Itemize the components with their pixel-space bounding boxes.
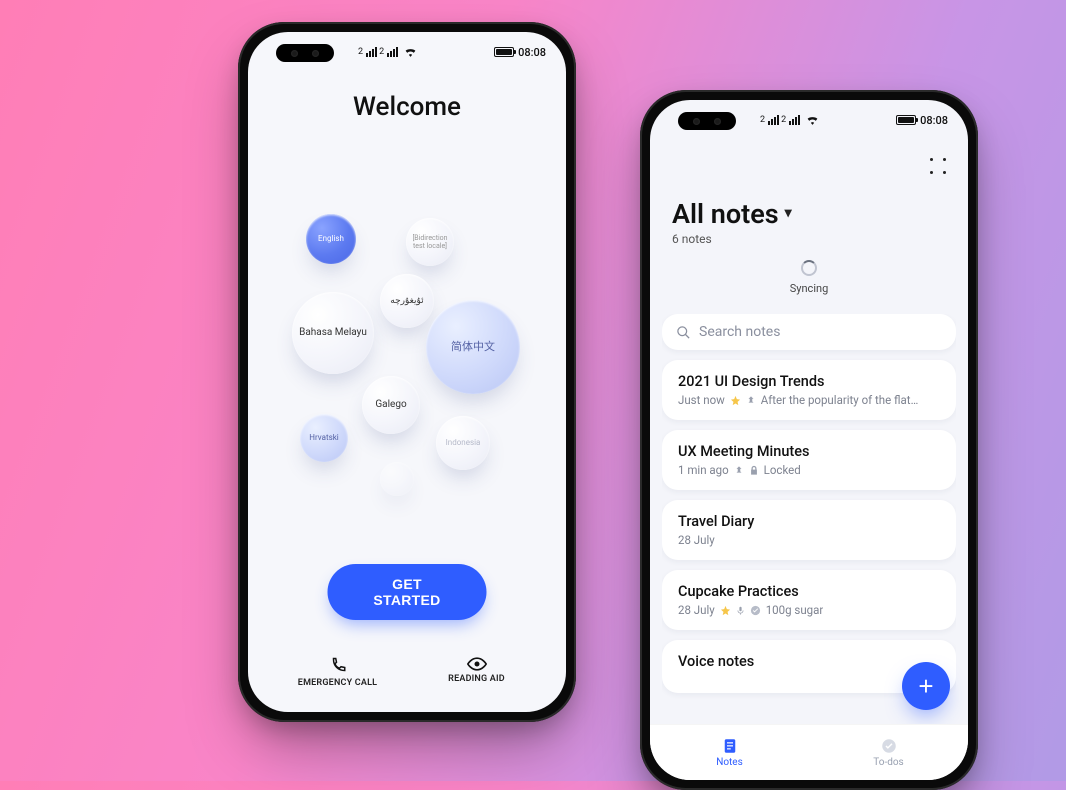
menu-button[interactable] xyxy=(928,156,948,176)
search-input[interactable]: Search notes xyxy=(662,314,956,350)
language-bubble-more[interactable] xyxy=(380,462,414,496)
note-snippet: After the popularity of the flat… xyxy=(761,393,918,407)
get-started-button[interactable]: GET STARTED xyxy=(328,564,487,620)
notes-count: 6 notes xyxy=(672,232,792,246)
language-bubble-indonesia[interactable]: Indonesia xyxy=(436,416,490,470)
phone-icon xyxy=(329,657,347,675)
wifi-icon xyxy=(404,47,417,57)
camera-cutout xyxy=(678,112,736,130)
signal-bars-icon xyxy=(789,115,800,125)
status-bar: 2 2 08:08 xyxy=(760,108,948,132)
bottom-tabbar: Notes To-dos xyxy=(650,724,968,780)
language-bubble-bidirection[interactable]: [Bidirection test locale] xyxy=(406,218,454,266)
notes-list: Search notes 2021 UI Design Trends Just … xyxy=(662,314,956,724)
star-icon xyxy=(730,395,741,406)
reading-aid-label: READING AID xyxy=(448,674,505,684)
sync-status: Syncing xyxy=(650,260,968,295)
mic-icon xyxy=(736,605,745,616)
tab-notes[interactable]: Notes xyxy=(650,725,809,780)
note-time: 1 min ago xyxy=(678,463,729,477)
check-circle-icon xyxy=(750,605,761,616)
note-title: 2021 UI Design Trends xyxy=(678,373,940,390)
search-icon xyxy=(676,325,691,340)
carrier-slot: 2 xyxy=(358,47,363,57)
language-bubbles: English [Bidirection test locale] ئۇيغۇر… xyxy=(248,208,566,528)
status-bar: 2 2 08:08 xyxy=(358,40,546,64)
tab-todos[interactable]: To-dos xyxy=(809,725,968,780)
note-snippet: 100g sugar xyxy=(766,603,824,617)
battery-icon xyxy=(896,115,916,125)
search-placeholder: Search notes xyxy=(699,324,780,340)
emergency-call-label: EMERGENCY CALL xyxy=(298,678,377,688)
note-time: 28 July xyxy=(678,533,715,547)
wifi-icon xyxy=(806,115,819,125)
welcome-title: Welcome xyxy=(248,92,566,122)
language-bubble-uyghur[interactable]: ئۇيغۇرچە xyxy=(380,274,434,328)
add-note-fab[interactable]: + xyxy=(902,662,950,710)
note-locked-label: Locked xyxy=(764,463,801,477)
sync-label: Syncing xyxy=(790,282,829,295)
screen-welcome: 2 2 08:08 Welcome English [Bidirection t… xyxy=(248,32,566,712)
status-time: 08:08 xyxy=(920,114,948,127)
language-bubble-galego[interactable]: Galego xyxy=(362,376,420,434)
note-time: 28 July xyxy=(678,603,715,617)
status-time: 08:08 xyxy=(518,46,546,59)
language-bubble-chinese[interactable]: 简体中文 xyxy=(426,300,520,394)
language-bubble-melayu[interactable]: Bahasa Melayu xyxy=(292,292,374,374)
language-bubble-english[interactable]: English xyxy=(306,214,356,264)
tab-todos-label: To-dos xyxy=(873,757,903,768)
notes-header: All notes ▾ 6 notes xyxy=(672,198,792,246)
caret-down-icon: ▾ xyxy=(785,205,792,221)
note-title: UX Meeting Minutes xyxy=(678,443,940,460)
camera-cutout xyxy=(276,44,334,62)
note-item[interactable]: Travel Diary 28 July xyxy=(662,500,956,560)
folder-picker[interactable]: All notes ▾ xyxy=(672,198,792,230)
pin-icon xyxy=(734,465,744,476)
note-item[interactable]: 2021 UI Design Trends Just now After the… xyxy=(662,360,956,420)
reading-aid-button[interactable]: READING AID xyxy=(417,657,537,688)
signal-bars-icon xyxy=(768,115,779,125)
todos-icon xyxy=(880,737,898,755)
note-item[interactable]: UX Meeting Minutes 1 min ago Locked xyxy=(662,430,956,490)
note-title: Voice notes xyxy=(678,653,940,670)
screen-notes: 2 2 08:08 All notes ▾ 6 notes Syncing xyxy=(650,100,968,780)
tab-notes-label: Notes xyxy=(716,757,743,768)
carrier-slot: 2 xyxy=(781,115,786,125)
notes-icon xyxy=(721,737,739,755)
pin-icon xyxy=(746,395,756,406)
star-icon xyxy=(720,605,731,616)
battery-icon xyxy=(494,47,514,57)
emergency-call-button[interactable]: EMERGENCY CALL xyxy=(278,657,398,688)
carrier-slot: 2 xyxy=(760,115,765,125)
phone-frame-welcome: 2 2 08:08 Welcome English [Bidirection t… xyxy=(238,22,576,722)
note-title: Cupcake Practices xyxy=(678,583,940,600)
signal-bars-icon xyxy=(366,47,377,57)
note-time: Just now xyxy=(678,393,725,407)
language-bubble-hrvatski[interactable]: Hrvatski xyxy=(300,414,348,462)
note-item[interactable]: Cupcake Practices 28 July 100g sugar xyxy=(662,570,956,630)
spinner-icon xyxy=(801,260,817,276)
folder-title: All notes xyxy=(672,198,779,230)
eye-icon xyxy=(467,657,487,671)
carrier-slot: 2 xyxy=(379,47,384,57)
quick-actions: EMERGENCY CALL READING AID xyxy=(248,657,566,688)
note-title: Travel Diary xyxy=(678,513,940,530)
signal-bars-icon xyxy=(387,47,398,57)
lock-icon xyxy=(749,465,759,476)
phone-frame-notes: 2 2 08:08 All notes ▾ 6 notes Syncing xyxy=(640,90,978,790)
